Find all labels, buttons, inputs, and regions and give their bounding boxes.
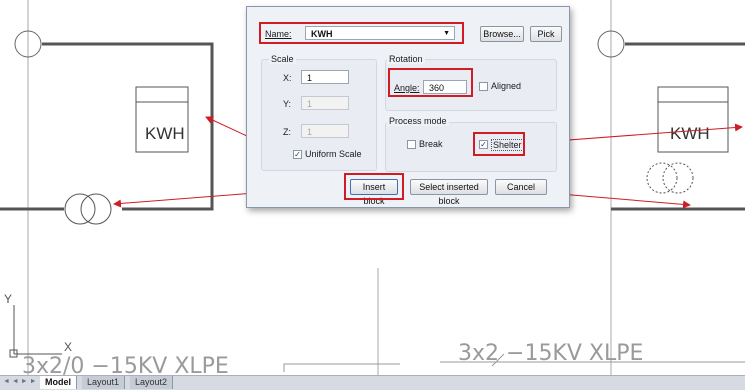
name-highlight-box [259,22,464,44]
break-checkbox[interactable] [407,140,416,149]
angle-highlight-box [388,68,473,97]
cancel-button[interactable]: Cancel [495,179,547,195]
tab-model[interactable]: Model [40,376,77,389]
layout-tab-bar: ◄ ◄ ► ► Model Layout1 Layout2 [0,375,745,390]
right-transformer-coil-b [662,162,694,194]
uniform-scale-checkbox[interactable]: ✓ [293,150,302,159]
left-transformer-coil-a [64,193,96,225]
insert-block-dialog: Name: KWH ▼ Browse... Pick Scale X: 1 Y:… [246,6,570,208]
left-kwh-label: KWH [145,124,185,143]
scale-z-input[interactable]: 1 [301,124,349,138]
scale-title: Scale [269,54,296,64]
scale-x-label: X: [283,73,292,83]
shelter-highlight-box [473,132,525,156]
tab-navigation-arrows[interactable]: ◄ ◄ ► ► [3,378,37,385]
scale-y-label: Y: [283,99,292,109]
break-label: Break [419,139,443,149]
process-mode-title: Process mode [387,116,449,126]
right-transformer-coil-a [646,162,678,194]
uniform-scale-label: Uniform Scale [305,149,362,159]
ucs-x-label: X [64,340,72,354]
scale-y-input[interactable]: 1 [301,96,349,110]
scale-x-value: 1 [307,73,313,83]
aligned-checkbox[interactable] [479,82,488,91]
rotation-title: Rotation [387,54,425,64]
scale-x-input[interactable]: 1 [301,70,349,84]
ucs-y-label: Y [4,292,12,306]
select-inserted-block-button[interactable]: Select inserted block [410,179,488,206]
cable-leader-left [283,363,400,372]
right-kwh-label: KWH [670,124,710,143]
pick-button[interactable]: Pick [530,26,562,42]
insert-block-highlight-box [344,173,404,200]
tab-layout2[interactable]: Layout2 [130,376,174,389]
aligned-label: Aligned [491,81,522,91]
scale-z-value: 1 [307,127,313,137]
annotation-arrow-to-right-transformer [559,193,691,209]
browse-button[interactable]: Browse... [480,26,524,42]
scale-y-value: 1 [307,99,313,109]
tab-layout1[interactable]: Layout1 [82,376,126,389]
scale-z-label: Z: [283,127,291,137]
